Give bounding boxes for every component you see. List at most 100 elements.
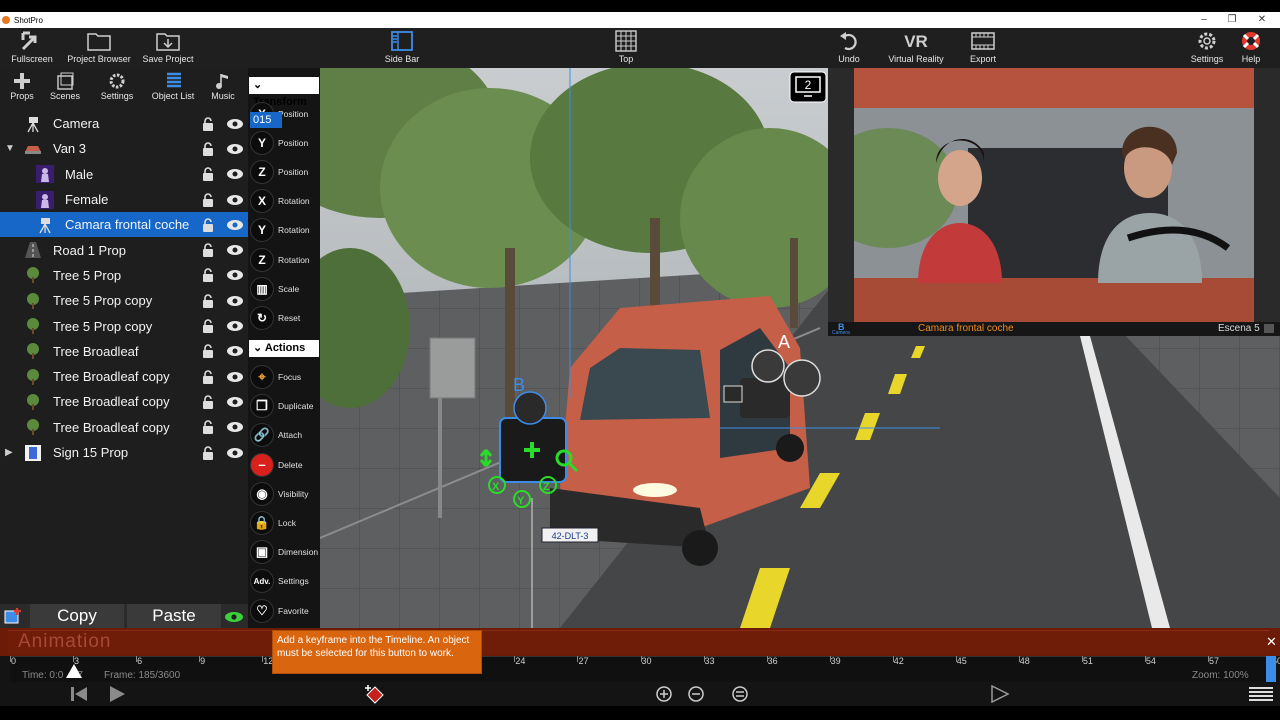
gizmo-y-handle[interactable]: Y — [517, 495, 525, 507]
object-list-item[interactable]: Male — [0, 162, 248, 187]
export-button[interactable]: Export — [964, 30, 1002, 68]
action-tool[interactable]: ◉ Visibility — [250, 481, 320, 507]
gizmo-z-handle[interactable]: Z — [543, 481, 550, 493]
lock-icon[interactable] — [202, 369, 214, 384]
eye-icon[interactable] — [226, 345, 244, 357]
eye-icon[interactable] — [226, 447, 244, 459]
lock-icon[interactable] — [202, 268, 214, 283]
action-tool[interactable]: Adv. Settings — [250, 568, 320, 594]
action-tool[interactable]: – Delete — [250, 452, 320, 478]
object-list-item[interactable]: Tree Broadleaf copy — [0, 415, 248, 440]
expand-toggle-icon[interactable]: ▶ — [5, 447, 15, 458]
lock-icon[interactable] — [202, 192, 214, 207]
props-tab[interactable]: Props — [6, 71, 38, 103]
project-browser-button[interactable]: Project Browser — [64, 30, 134, 68]
expand-toggle-icon[interactable]: ▼ — [5, 143, 15, 154]
action-tool[interactable]: 🔒 Lock — [250, 510, 320, 536]
transform-tool[interactable]: ↻ Reset — [250, 305, 320, 331]
top-view-button[interactable]: Top — [606, 30, 646, 68]
lock-icon[interactable] — [202, 243, 214, 258]
eye-icon[interactable] — [226, 295, 244, 307]
object-list-item[interactable]: Tree 5 Prop — [0, 263, 248, 288]
transform-header[interactable]: ⌄ Transform — [249, 77, 319, 108]
object-list-item[interactable]: ▶ Sign 15 Prop — [0, 440, 248, 465]
copy-button[interactable]: Copy — [30, 604, 124, 628]
object-list-item[interactable]: Tree Broadleaf — [0, 339, 248, 364]
eye-icon[interactable] — [226, 421, 244, 433]
add-to-library-icon[interactable] — [4, 607, 22, 625]
eye-icon[interactable] — [226, 269, 244, 281]
eye-icon[interactable] — [226, 244, 244, 256]
lock-icon[interactable] — [202, 142, 214, 156]
timeline-ruler[interactable]: 03691215182124273033363942454851545760 T… — [0, 656, 1280, 682]
lock-icon[interactable] — [202, 395, 214, 409]
lock-icon[interactable] — [202, 116, 214, 131]
preview-expand-icon[interactable] — [1264, 324, 1274, 333]
zoom-out-icon[interactable] — [688, 686, 704, 702]
lock-icon[interactable] — [202, 445, 214, 460]
lock-icon[interactable] — [202, 218, 214, 232]
eye-icon[interactable] — [226, 194, 244, 206]
close-animation-icon[interactable]: ✕ — [1266, 634, 1277, 650]
transform-tool[interactable]: ▥ Scale — [250, 276, 320, 302]
help-button[interactable]: Help — [1236, 30, 1266, 68]
undo-button[interactable]: Undo — [830, 30, 868, 68]
gizmo-x-handle[interactable]: X — [492, 481, 500, 493]
eye-icon[interactable] — [226, 371, 244, 383]
zoom-fit-icon[interactable] — [732, 686, 748, 702]
scenes-tab[interactable]: Scenes — [48, 71, 82, 103]
skip-to-start-icon[interactable] — [70, 686, 88, 702]
restore-button[interactable]: ❐ — [1220, 12, 1244, 28]
object-list-item[interactable]: Female — [0, 187, 248, 212]
transform-tool[interactable]: Y Position — [250, 130, 320, 156]
zoom-in-icon[interactable] — [656, 686, 672, 702]
paste-button[interactable]: Paste — [127, 604, 221, 628]
object-list-tab[interactable]: Object List — [150, 71, 196, 103]
save-project-button[interactable]: Save Project — [140, 30, 196, 68]
visibility-toggle-icon[interactable] — [224, 610, 244, 622]
transform-tool[interactable]: Z Rotation — [250, 247, 320, 273]
scene-settings-tab[interactable]: Settings — [98, 71, 136, 103]
object-list-item[interactable]: Tree 5 Prop copy — [0, 288, 248, 313]
transform-tool[interactable]: Y Rotation — [250, 217, 320, 243]
transform-tool[interactable]: Z Position — [250, 159, 320, 185]
lock-icon[interactable] — [202, 319, 214, 334]
side-bar-button[interactable]: Side Bar — [380, 30, 424, 68]
lock-icon[interactable] — [202, 420, 214, 435]
add-keyframe-icon[interactable] — [364, 684, 386, 706]
action-tool[interactable]: ⌖ Focus — [250, 364, 320, 390]
playhead-marker[interactable] — [66, 664, 82, 678]
transform-tool[interactable]: X Rotation — [250, 188, 320, 214]
lock-icon[interactable] — [202, 167, 214, 182]
virtual-reality-button[interactable]: VR Virtual Reality — [884, 30, 948, 68]
play-large-icon[interactable] — [990, 684, 1010, 704]
music-tab[interactable]: Music — [208, 71, 238, 103]
object-list-item[interactable]: Road 1 Prop — [0, 237, 248, 262]
eye-icon[interactable] — [226, 396, 244, 408]
timeline-end-marker[interactable] — [1266, 656, 1276, 682]
eye-icon[interactable] — [226, 143, 244, 155]
eye-icon[interactable] — [226, 168, 244, 180]
settings-button[interactable]: Settings — [1188, 30, 1226, 68]
menu-icon[interactable] — [1248, 686, 1274, 702]
lock-icon[interactable] — [202, 293, 214, 308]
object-list-item[interactable]: Tree 5 Prop copy — [0, 313, 248, 338]
object-list-item[interactable]: Camara frontal coche — [0, 212, 248, 238]
object-list-item[interactable]: Tree Broadleaf copy — [0, 389, 248, 414]
actions-header[interactable]: ⌄ Actions — [249, 340, 319, 357]
close-window-button[interactable]: ✕ — [1250, 12, 1274, 28]
lock-icon[interactable] — [202, 344, 214, 359]
object-list-item[interactable]: Camera — [0, 111, 248, 136]
object-list-item[interactable]: Tree Broadleaf copy — [0, 364, 248, 389]
fullscreen-button[interactable]: Fullscreen — [8, 30, 56, 68]
object-list-item[interactable]: ▼ Van 3 — [0, 136, 248, 161]
eye-icon[interactable] — [226, 320, 244, 332]
action-tool[interactable]: ▣ Dimension — [250, 539, 320, 565]
camera-preview[interactable] — [818, 68, 1280, 336]
position-value-field[interactable]: 015 — [250, 112, 282, 128]
eye-icon[interactable] — [226, 118, 244, 130]
screen-toggle-icon[interactable]: 2 — [789, 71, 827, 103]
action-tool[interactable]: 🔗 Attach — [250, 422, 320, 448]
action-tool[interactable]: ♡ Favorite — [250, 598, 320, 624]
minimize-button[interactable]: – — [1192, 12, 1216, 28]
